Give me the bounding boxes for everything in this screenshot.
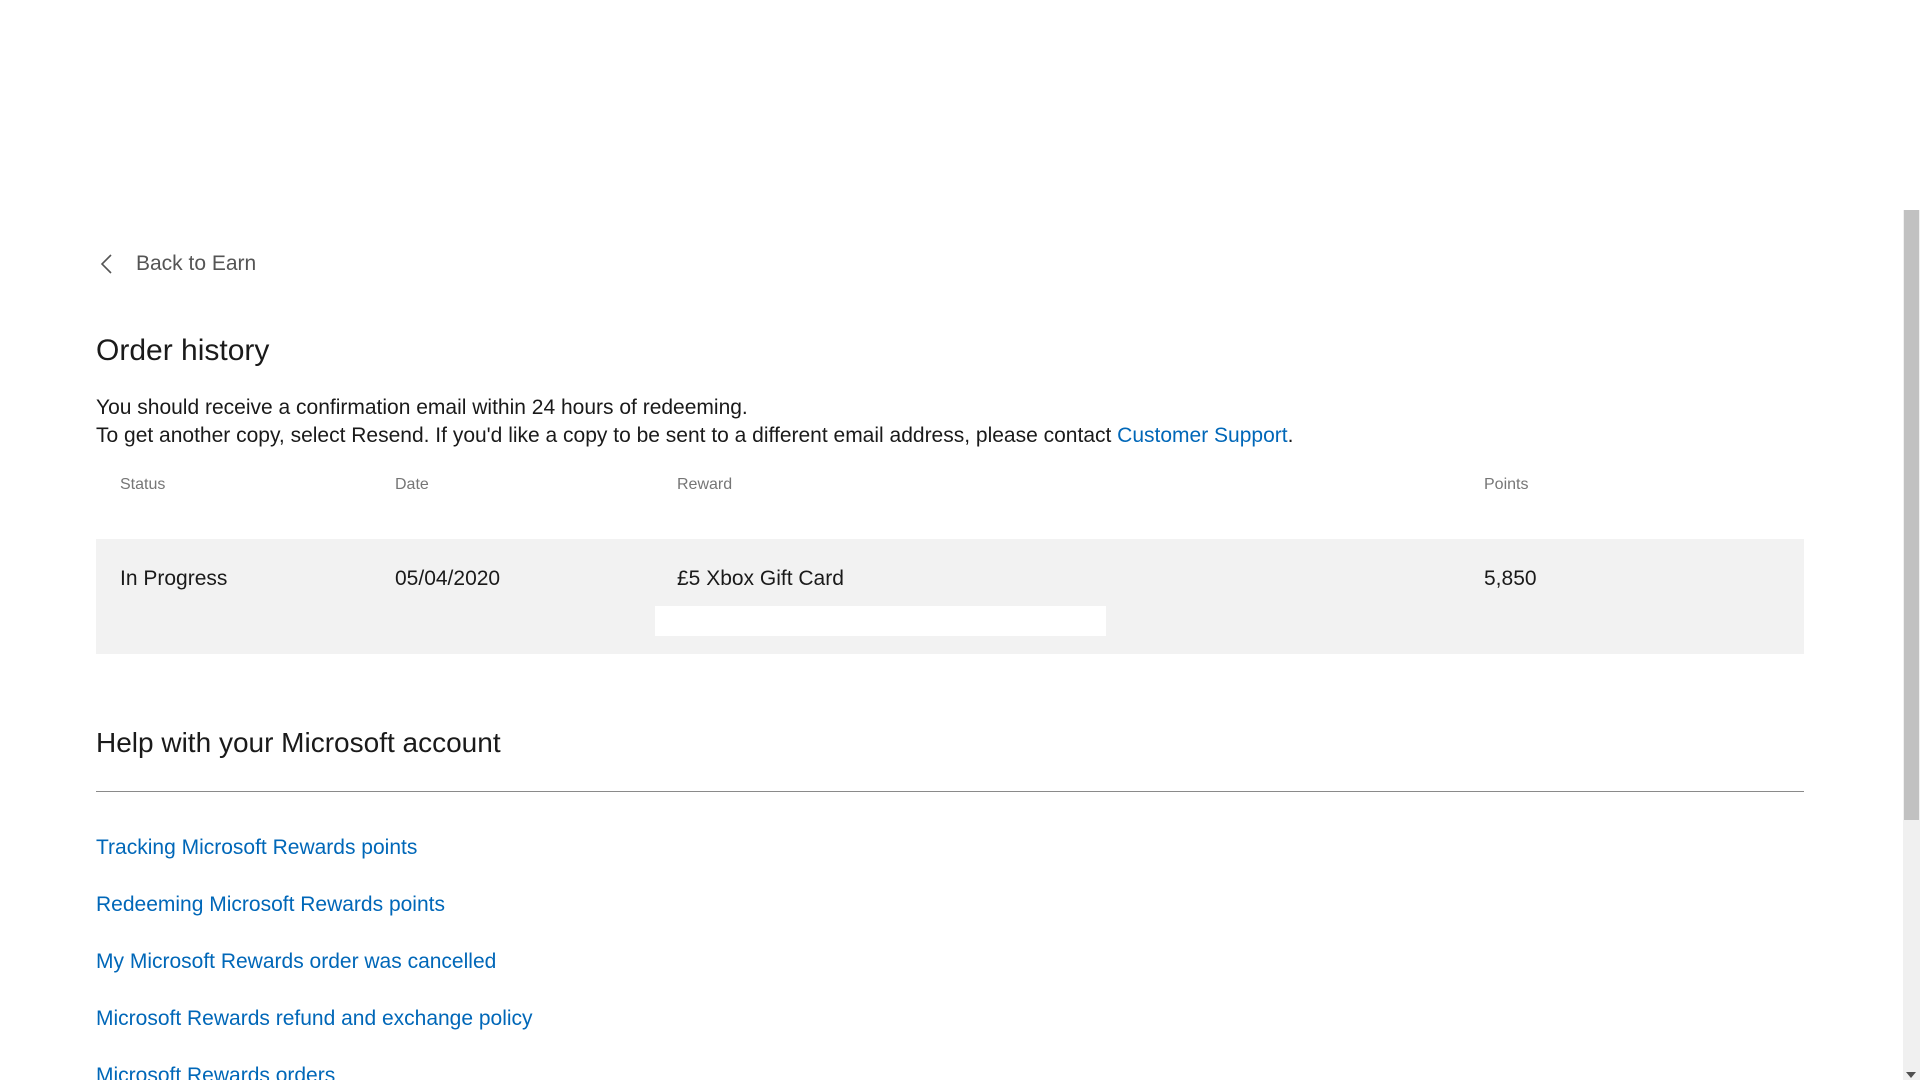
order-points: 5,850 [1484,567,1537,590]
order-history-description: You should receive a confirmation email … [96,394,1293,450]
help-link-redeeming-points[interactable]: Redeeming Microsoft Rewards points [96,893,445,916]
list-item: Microsoft Rewards refund and exchange po… [96,1005,533,1062]
customer-support-link[interactable]: Customer Support [1117,424,1287,447]
vertical-scrollbar[interactable] [1903,0,1920,1080]
list-item: My Microsoft Rewards order was cancelled [96,948,533,1005]
scroll-down-arrow-icon[interactable] [1906,1072,1916,1078]
header-status: Status [120,476,166,493]
header-date: Date [395,476,429,493]
redacted-code-box [655,606,1106,636]
order-status: In Progress [120,567,228,590]
page: Back to Earn Order history You should re… [0,0,1920,1080]
order-table: Status Date Reward Points In Progress 05… [96,474,1804,654]
help-section-title: Help with your Microsoft account [96,727,501,758]
help-link-tracking-points[interactable]: Tracking Microsoft Rewards points [96,836,417,859]
order-date: 05/04/2020 [395,567,501,590]
order-table-header: Status Date Reward Points [96,474,1804,518]
help-link-refund-policy[interactable]: Microsoft Rewards refund and exchange po… [96,1007,533,1030]
description-line-1: You should receive a confirmation email … [96,396,748,419]
description-line-2: To get another copy, select Resend. If y… [96,422,1293,450]
chevron-left-icon [100,254,112,274]
order-reward: £5 Xbox Gift Card [677,567,844,590]
description-line-2-text: To get another copy, select Resend. If y… [96,424,1118,447]
help-divider [96,791,1804,792]
list-item: Redeeming Microsoft Rewards points [96,891,533,948]
help-link-rewards-orders[interactable]: Microsoft Rewards orders [96,1064,335,1080]
header-points: Points [1484,476,1529,493]
back-to-earn-label: Back to Earn [136,252,257,275]
scrollbar-thumb[interactable] [1904,210,1919,820]
help-links-list: Tracking Microsoft Rewards points Redeem… [96,834,533,1080]
help-link-order-cancelled[interactable]: My Microsoft Rewards order was cancelled [96,950,496,973]
list-item: Microsoft Rewards orders [96,1062,533,1080]
list-item: Tracking Microsoft Rewards points [96,834,533,891]
header-reward: Reward [677,476,733,493]
table-row: In Progress 05/04/2020 £5 Xbox Gift Card… [96,539,1804,654]
page-title: Order history [96,334,270,367]
back-to-earn-link[interactable]: Back to Earn [96,252,256,276]
description-end: . [1287,424,1294,447]
